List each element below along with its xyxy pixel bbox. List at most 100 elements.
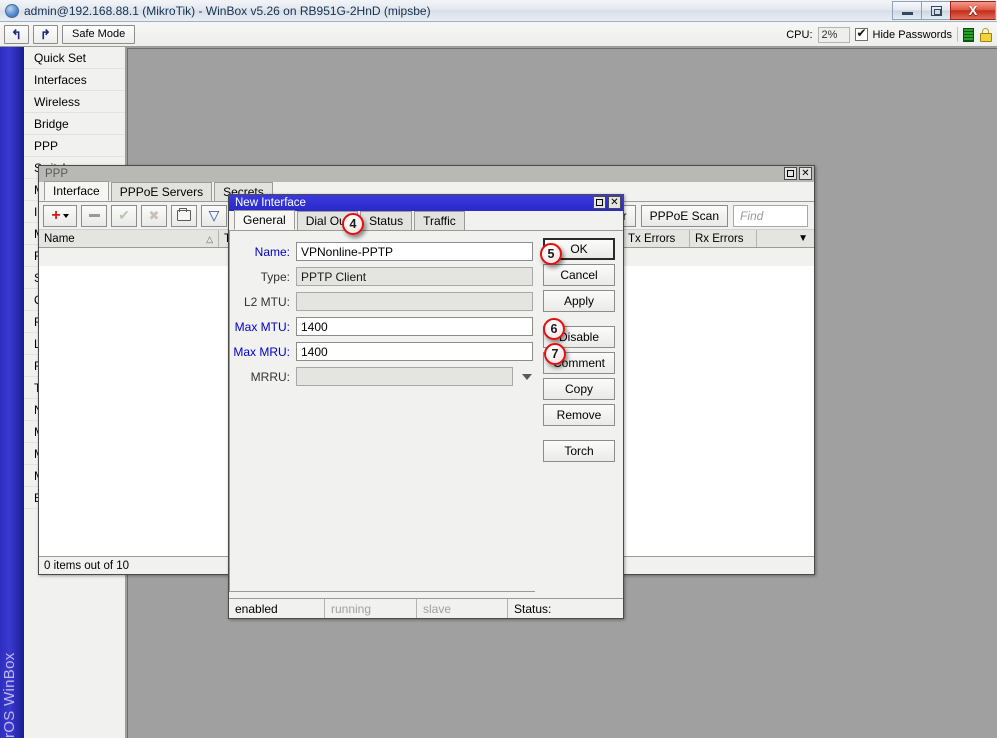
hide-passwords-label: Hide Passwords <box>872 28 952 41</box>
redo-icon: ↱ <box>40 26 51 42</box>
cpu-label: CPU: <box>786 28 813 41</box>
undo-button[interactable]: ↰ <box>4 24 29 44</box>
tab-traffic[interactable]: Traffic <box>414 211 465 230</box>
ppp-window-title: PPP <box>45 168 69 180</box>
close-icon: X <box>968 3 978 18</box>
new-interface-close-button[interactable]: ✕ <box>608 196 621 209</box>
tab-pppoe-servers[interactable]: PPPoE Servers <box>110 182 213 201</box>
sidebar-item-bridge[interactable]: Bridge <box>24 113 125 135</box>
minimize-button[interactable] <box>892 1 921 20</box>
sidebar-item-label: PPP <box>34 139 59 153</box>
comment-icon <box>177 208 191 221</box>
input-max-mru[interactable]: 1400 <box>296 342 533 361</box>
new-interface-title: New Interface <box>235 197 306 209</box>
torch-button[interactable]: Torch <box>543 440 615 462</box>
sort-ascending-icon: △ <box>206 234 213 244</box>
plus-icon: + <box>51 206 61 224</box>
label-max-mru: Max MRU: <box>233 344 290 359</box>
sidebar-item-label: Wireless <box>34 95 81 109</box>
new-interface-restore-button[interactable] <box>593 196 606 209</box>
dialog-button-pane: OK Cancel Apply Disable Comment Copy Remove Tor… <box>535 231 623 592</box>
ppp-window-titlebar[interactable]: PPP ✕ <box>39 166 814 182</box>
new-interface-content: Name: VPNonline-PPTP Type: PPTP Client L2 MT… <box>229 231 623 592</box>
tab-general[interactable]: General <box>234 210 295 230</box>
general-form-pane: Name: VPNonline-PPTP Type: PPTP Client L2 MT… <box>229 231 535 592</box>
comment-button[interactable] <box>171 204 197 227</box>
filter-button[interactable]: ▽ <box>201 204 227 227</box>
restore-button[interactable] <box>921 1 950 20</box>
chevron-down-icon: ▼ <box>798 233 808 244</box>
form-row: Max MTU: 1400 <box>230 316 535 337</box>
sidebar-item-ppp[interactable]: PPP <box>24 135 125 157</box>
sidebar-item-interfaces[interactable]: Interfaces <box>24 69 125 91</box>
new-interface-window-buttons: ✕ <box>593 196 621 209</box>
sidebar-brand-strip: RouterOS WinBox <box>0 47 24 738</box>
input-mrru <box>296 367 513 386</box>
input-max-mtu[interactable]: 1400 <box>296 317 533 336</box>
remove-button[interactable]: Remove <box>543 404 615 426</box>
label-max-mtu: Max MTU: <box>234 319 290 334</box>
new-interface-dialog: New Interface ✕ General Dial Out Status Tra… <box>228 194 624 619</box>
form-row: L2 MTU: <box>230 291 535 312</box>
winbox-globe-icon <box>5 3 19 18</box>
annotation-marker-4: 4 <box>342 213 364 235</box>
tab-interface[interactable]: Interface <box>44 181 109 201</box>
cancel-button[interactable]: Cancel <box>543 264 615 286</box>
main-toolbar: ↰ ↱ Safe Mode CPU: 2% Hide Passwords <box>0 22 997 47</box>
hide-passwords-checkbox[interactable] <box>854 26 868 41</box>
cross-icon: ✖ <box>148 207 160 223</box>
column-header-label: Tx Errors <box>628 232 676 245</box>
ppp-close-button[interactable]: ✕ <box>799 167 812 180</box>
status-slave: slave <box>417 599 508 618</box>
tab-status[interactable]: Status <box>360 211 413 230</box>
sidebar-item-wireless[interactable]: Wireless <box>24 91 125 113</box>
status-running: running <box>325 599 417 618</box>
remove-interface-button[interactable] <box>81 204 107 227</box>
form-row: Type: PPTP Client <box>230 266 535 287</box>
pppoe-scan-button[interactable]: PPPoE Scan <box>640 205 728 227</box>
redo-button[interactable]: ↱ <box>33 24 58 44</box>
ppp-restore-button[interactable] <box>784 167 797 180</box>
annotation-marker-5: 5 <box>540 243 562 265</box>
add-interface-button[interactable]: + <box>43 204 77 227</box>
column-header-label: Rx Errors <box>695 232 744 245</box>
minimize-icon <box>901 12 913 15</box>
minus-icon <box>88 214 100 217</box>
status-enabled: enabled <box>229 599 325 618</box>
column-header-rx-errors[interactable]: Rx Errors <box>690 230 757 247</box>
input-l2-mtu <box>296 292 533 311</box>
find-input[interactable]: Find <box>733 205 808 227</box>
application-title-bar: admin@192.168.88.1 (MikroTik) - WinBox v… <box>0 0 997 22</box>
annotation-marker-7: 7 <box>544 343 566 365</box>
form-row: Name: VPNonline-PPTP <box>230 241 535 262</box>
chevron-down-icon[interactable] <box>522 373 532 380</box>
label-l2-mtu: L2 MTU: <box>243 294 290 309</box>
status-label: Status: <box>514 601 552 616</box>
disable-interface-button[interactable]: ✖ <box>141 204 167 227</box>
application-title: admin@192.168.88.1 (MikroTik) - WinBox v… <box>24 3 431 18</box>
new-interface-tab-bar: General Dial Out Status Traffic <box>229 210 623 231</box>
apply-button[interactable]: Apply <box>543 290 615 312</box>
sidebar-item-quick-set[interactable]: Quick Set <box>24 47 125 69</box>
label-type: Type: <box>260 269 290 284</box>
column-header-name[interactable]: Name △ <box>39 230 219 247</box>
window-controls: X <box>892 1 996 20</box>
input-name[interactable]: VPNonline-PPTP <box>296 242 533 261</box>
sidebar-item-label: Quick Set <box>34 51 87 65</box>
restore-icon <box>787 170 794 177</box>
new-interface-titlebar[interactable]: New Interface ✕ <box>229 195 623 211</box>
form-row: Max MRU: 1400 <box>230 341 535 362</box>
copy-button[interactable]: Copy <box>543 378 615 400</box>
padlock-icon <box>979 27 992 42</box>
annotation-marker-6: 6 <box>543 318 565 340</box>
undo-icon: ↰ <box>11 26 22 42</box>
form-row: MRRU: <box>230 366 535 387</box>
column-header-tx-errors[interactable]: Tx Errors <box>623 230 690 247</box>
enable-interface-button[interactable]: ✔ <box>111 204 137 227</box>
toolbar-status-area: CPU: 2% Hide Passwords <box>786 22 992 47</box>
column-chooser-button[interactable]: ▼ <box>757 230 814 247</box>
restore-icon <box>596 199 603 206</box>
check-icon: ✔ <box>118 207 130 223</box>
safe-mode-button[interactable]: Safe Mode <box>62 24 136 44</box>
close-button[interactable]: X <box>950 1 996 20</box>
